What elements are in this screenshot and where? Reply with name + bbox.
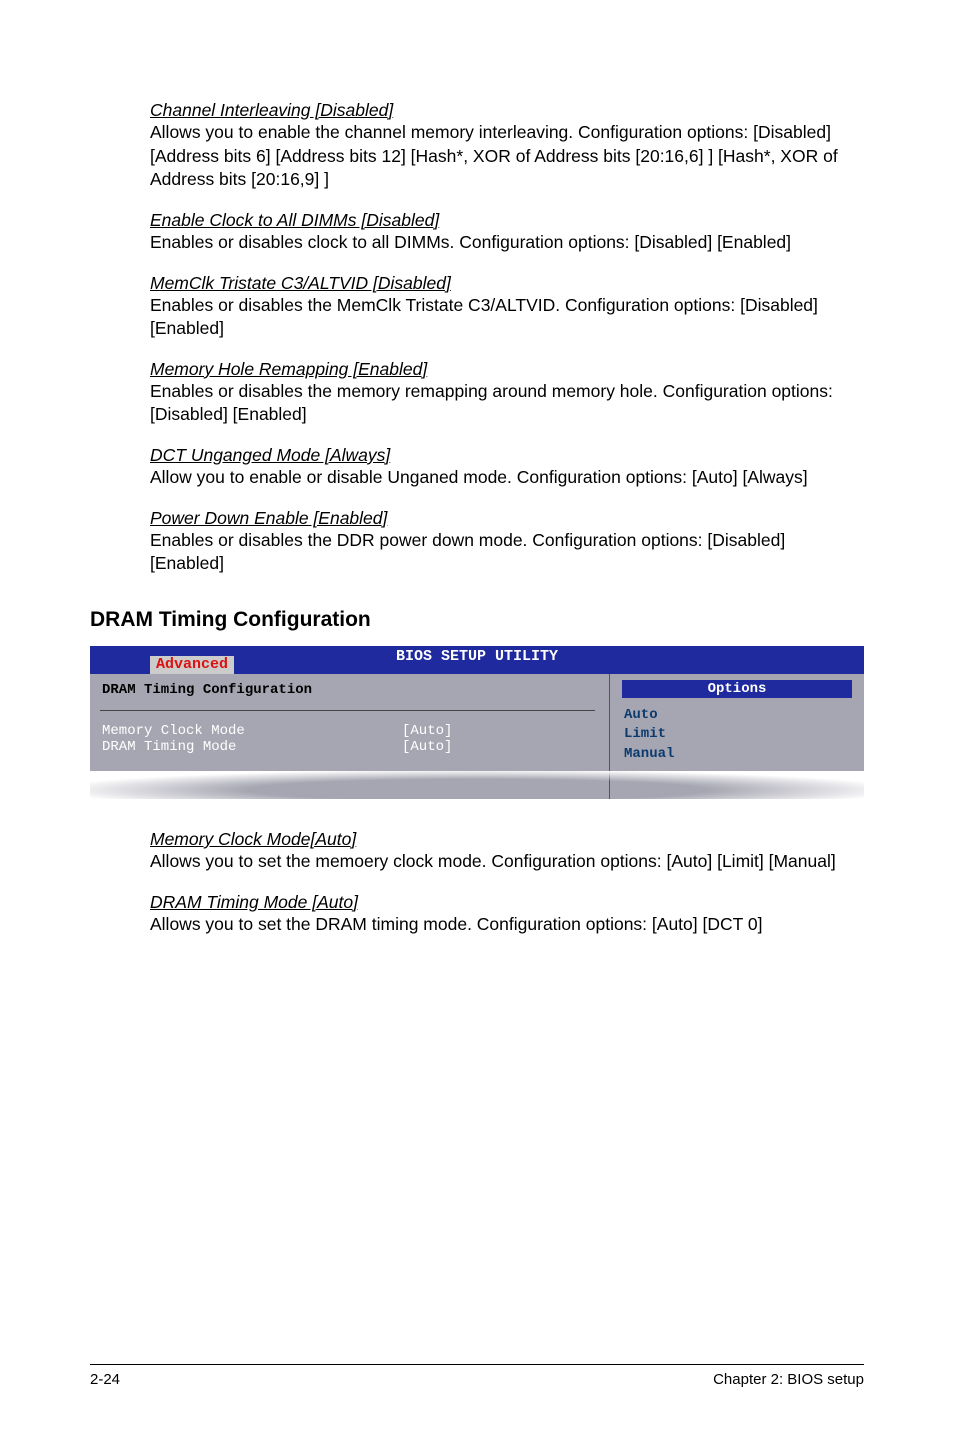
option-title: Power Down Enable [Enabled] <box>150 508 864 529</box>
bios-row-label: DRAM Timing Mode <box>102 739 402 755</box>
option-channel-interleaving: Channel Interleaving [Disabled] Allows y… <box>150 100 864 192</box>
option-title: Memory Hole Remapping [Enabled] <box>150 359 864 380</box>
option-title: Memory Clock Mode[Auto] <box>150 829 864 850</box>
option-item: Limit <box>624 725 854 745</box>
bios-title: BIOS SETUP UTILITY <box>396 648 558 665</box>
bios-body: DRAM Timing Configuration Memory Clock M… <box>90 674 864 799</box>
bios-tab-advanced: Advanced <box>150 656 234 674</box>
option-title: DCT Unganged Mode [Always] <box>150 445 864 466</box>
divider <box>100 710 595 711</box>
bios-row-value: [Auto] <box>402 723 452 739</box>
options-header: Options <box>622 680 852 698</box>
option-item: Manual <box>624 745 854 765</box>
option-title: Enable Clock to All DIMMs [Disabled] <box>150 210 864 231</box>
page-footer: 2-24 Chapter 2: BIOS setup <box>90 1364 864 1388</box>
bios-row-label: Memory Clock Mode <box>102 723 402 739</box>
option-body: Enables or disables clock to all DIMMs. … <box>150 232 791 252</box>
footer-page-number: 2-24 <box>90 1371 120 1388</box>
bios-right-panel: Options Auto Limit Manual <box>609 674 864 799</box>
options-list: Auto Limit Manual <box>620 706 854 765</box>
option-dct-unganged: DCT Unganged Mode [Always] Allow you to … <box>150 445 864 490</box>
option-body: Allow you to enable or disable Unganed m… <box>150 467 808 487</box>
option-item: Auto <box>624 706 854 726</box>
option-title: DRAM Timing Mode [Auto] <box>150 892 864 913</box>
section-heading: DRAM Timing Configuration <box>90 608 864 632</box>
option-power-down: Power Down Enable [Enabled] Enables or d… <box>150 508 864 576</box>
option-enable-clock: Enable Clock to All DIMMs [Disabled] Ena… <box>150 210 864 255</box>
option-body: Allows you to set the memoery clock mode… <box>150 851 836 871</box>
option-dram-timing-mode: DRAM Timing Mode [Auto] Allows you to se… <box>150 892 864 937</box>
bios-screenshot: BIOS SETUP UTILITY Advanced DRAM Timing … <box>90 646 864 799</box>
footer-chapter: Chapter 2: BIOS setup <box>713 1371 864 1388</box>
option-body: Enables or disables the DDR power down m… <box>150 530 785 574</box>
option-memory-clock-mode: Memory Clock Mode[Auto] Allows you to se… <box>150 829 864 874</box>
option-title: Channel Interleaving [Disabled] <box>150 100 864 121</box>
option-title: MemClk Tristate C3/ALTVID [Disabled] <box>150 273 864 294</box>
option-memory-hole: Memory Hole Remapping [Enabled] Enables … <box>150 359 864 427</box>
bios-panel-title: DRAM Timing Configuration <box>102 682 597 700</box>
bios-row: DRAM Timing Mode [Auto] <box>102 739 597 755</box>
bios-header: BIOS SETUP UTILITY Advanced <box>90 646 864 674</box>
bios-left-panel: DRAM Timing Configuration Memory Clock M… <box>90 674 609 799</box>
option-body: Enables or disables the MemClk Tristate … <box>150 295 818 339</box>
bios-row-value: [Auto] <box>402 739 452 755</box>
option-body: Enables or disables the memory remapping… <box>150 381 833 425</box>
option-memclk-tristate: MemClk Tristate C3/ALTVID [Disabled] Ena… <box>150 273 864 341</box>
bios-row: Memory Clock Mode [Auto] <box>102 723 597 739</box>
option-body: Allows you to enable the channel memory … <box>150 122 838 189</box>
option-body: Allows you to set the DRAM timing mode. … <box>150 914 762 934</box>
